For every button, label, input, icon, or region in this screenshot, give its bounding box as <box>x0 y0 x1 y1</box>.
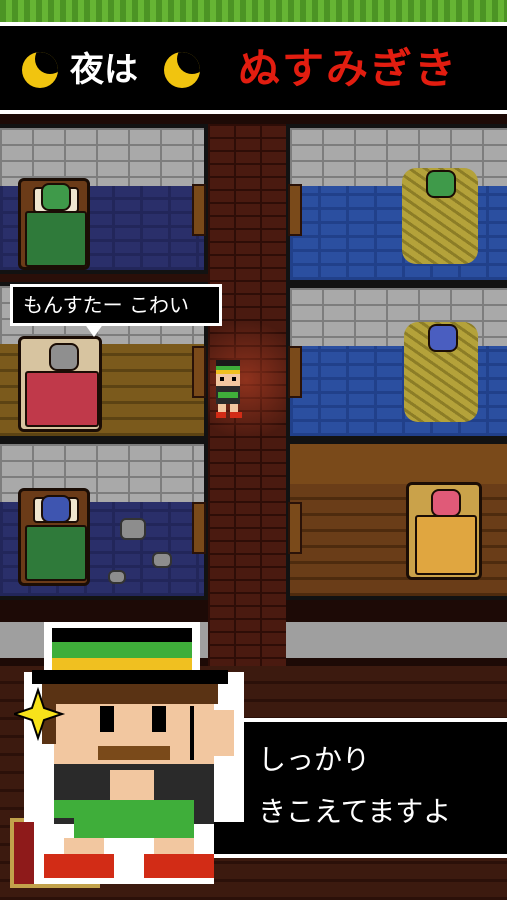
door[interactable] <box>288 184 302 236</box>
speech-bubble-text: もんすたー こわい <box>23 293 189 317</box>
straw-bed[interactable] <box>404 322 478 422</box>
room-bottom-right[interactable] <box>286 440 507 600</box>
sleeper-gray-knight <box>49 343 79 371</box>
orange-blanket <box>415 515 477 575</box>
door[interactable] <box>192 502 206 554</box>
wood-wall <box>290 444 507 484</box>
sleeper-green-hat <box>426 170 456 198</box>
speech-bubble-tail <box>84 323 104 337</box>
speech-bubble: もんすたー こわい <box>10 284 222 326</box>
red-blanket <box>25 371 99 427</box>
bed[interactable] <box>406 482 482 580</box>
room-top-right[interactable] <box>286 124 507 284</box>
door[interactable] <box>192 346 206 398</box>
green-blanket <box>25 525 87 581</box>
dialogue-line-2: きこえてますよ <box>258 795 452 828</box>
room-middle-right[interactable] <box>286 284 507 440</box>
night-label: 夜は <box>70 50 138 90</box>
door[interactable] <box>288 346 302 398</box>
room-top-left[interactable] <box>0 124 208 274</box>
rock <box>108 570 126 584</box>
bed[interactable] <box>18 488 90 586</box>
door[interactable] <box>192 184 206 236</box>
sleeper-blue-hair <box>428 324 458 352</box>
night-header: 夜は ぬすみぎき <box>0 22 507 114</box>
sleeper-pink-hair <box>431 489 461 517</box>
room-bottom-left[interactable] <box>0 440 208 600</box>
bed[interactable] <box>18 178 90 270</box>
crescent-moon-icon <box>22 52 58 88</box>
grass-border <box>0 0 507 22</box>
sleeper-green-helmet <box>41 183 71 211</box>
straw-bed[interactable] <box>402 168 478 264</box>
header-gap <box>0 114 507 124</box>
role-title: ぬすみぎき <box>238 44 459 93</box>
thief-player-sprite[interactable] <box>212 360 244 418</box>
rock <box>120 518 146 540</box>
rock <box>152 552 172 568</box>
green-blanket <box>25 211 87 267</box>
lower-wall <box>286 600 507 666</box>
bed[interactable] <box>18 336 102 432</box>
dialogue-line-1: しっかり <box>258 743 371 776</box>
door[interactable] <box>288 502 302 554</box>
crescent-moon-icon <box>164 52 200 88</box>
thief-character-portrait <box>14 622 244 884</box>
sleeper-blue-hair <box>41 495 71 523</box>
